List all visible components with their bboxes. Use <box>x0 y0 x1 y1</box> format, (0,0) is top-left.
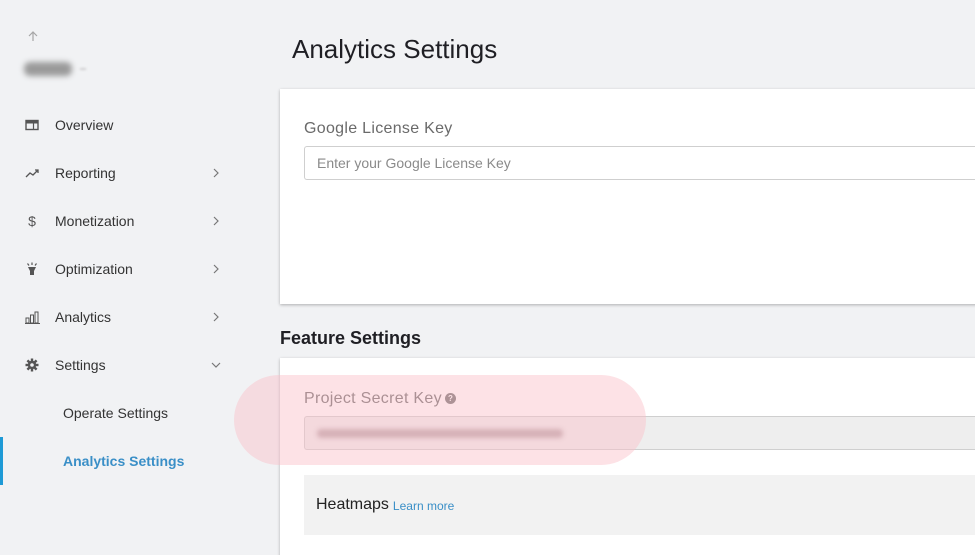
sidebar-item-optimization[interactable]: Optimization <box>0 249 240 289</box>
chevron-right-icon <box>210 263 222 275</box>
sidebar-subitem-analytics-settings[interactable]: Analytics Settings <box>0 437 240 485</box>
sidebar-item-reporting[interactable]: Reporting <box>0 153 240 193</box>
sidebar-item-label: Analytics <box>55 309 112 325</box>
sidebar-subitem-label: Operate Settings <box>63 405 169 421</box>
feature-settings-heading: Feature Settings <box>280 328 422 348</box>
project-secret-key-input[interactable] <box>304 416 975 450</box>
project-secret-key-label: Project Secret Key <box>304 390 442 407</box>
sidebar-item-overview[interactable]: Overview <box>0 105 240 145</box>
lamp-icon <box>24 261 40 277</box>
sidebar-item-label: Monetization <box>55 213 135 229</box>
help-circle-icon[interactable]: ? <box>445 393 456 404</box>
trending-up-icon <box>24 165 40 181</box>
sidebar-subitem-operate-settings[interactable]: Operate Settings <box>0 393 240 433</box>
heatmaps-title: Heatmaps <box>316 496 389 513</box>
arrow-up-icon[interactable] <box>26 30 40 44</box>
gear-icon <box>24 357 40 373</box>
feature-settings-card: Project Secret Key ? Heatmaps Learn more <box>280 358 975 555</box>
chevron-right-icon <box>210 215 222 227</box>
sidebar-item-label: Reporting <box>55 165 116 181</box>
sidebar-item-analytics[interactable]: Analytics <box>0 297 240 337</box>
account-name-obscured <box>24 62 72 76</box>
account-switcher[interactable] <box>24 60 86 78</box>
page-title: Analytics Settings <box>292 34 498 64</box>
sidebar-item-monetization[interactable]: $ Monetization <box>0 201 240 241</box>
dollar-icon: $ <box>28 213 36 229</box>
learn-more-link[interactable]: Learn more <box>393 499 454 513</box>
caret-icon <box>80 68 86 70</box>
sidebar-subitem-label: Analytics Settings <box>63 453 185 469</box>
bar-chart-icon <box>24 309 40 325</box>
sidebar-item-label: Optimization <box>55 261 133 277</box>
secret-key-value-obscured <box>317 428 563 438</box>
sidebar-item-settings[interactable]: Settings <box>0 345 240 385</box>
chevron-down-icon <box>210 359 222 371</box>
sidebar: Overview Reporting $ Monetization Optimi… <box>0 0 240 555</box>
heatmaps-row: Heatmaps Learn more <box>304 475 975 535</box>
overview-card-icon <box>24 117 40 133</box>
google-license-key-input[interactable] <box>304 146 975 180</box>
sidebar-item-label: Settings <box>55 357 106 373</box>
license-card: Google License Key <box>280 89 975 304</box>
chevron-right-icon <box>210 311 222 323</box>
google-license-key-label: Google License Key <box>304 120 453 137</box>
chevron-right-icon <box>210 167 222 179</box>
sidebar-item-label: Overview <box>55 117 114 133</box>
active-indicator <box>0 437 3 485</box>
